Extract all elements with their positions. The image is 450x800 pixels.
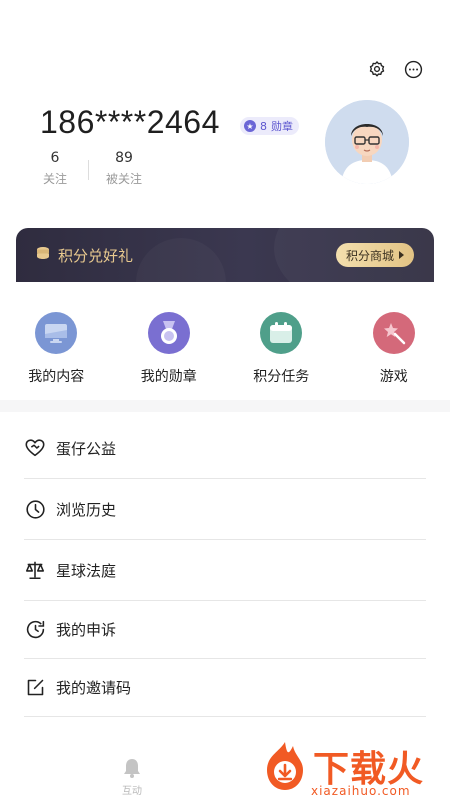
gear-icon[interactable]	[366, 58, 388, 80]
flame-logo-icon	[259, 740, 311, 792]
scales-icon	[24, 559, 46, 581]
arrow-right-icon	[399, 251, 404, 259]
menu-item-appeal[interactable]: 我的申诉	[24, 601, 426, 659]
menu-label: 蛋仔公益	[56, 439, 117, 458]
heart-hand-icon	[24, 437, 46, 459]
followers-stat[interactable]: 89 被关注	[106, 150, 142, 187]
medal-icon	[147, 312, 190, 354]
nav-tab-interaction[interactable]: 互动	[112, 757, 152, 797]
points-banner[interactable]: 积分兑好礼 积分商城	[16, 228, 434, 282]
menu-item-court[interactable]: 星球法庭	[24, 540, 426, 601]
menu-list: 蛋仔公益 浏览历史 星球法庭 我的申诉 我的邀请码	[24, 418, 426, 717]
magic-wand-icon	[372, 312, 415, 354]
nav-label: 互动	[122, 786, 142, 797]
star-icon: ★	[244, 120, 256, 132]
menu-label: 星球法庭	[56, 561, 117, 580]
followers-label: 被关注	[106, 172, 143, 186]
bell-icon	[124, 759, 140, 778]
monitor-icon	[35, 312, 78, 354]
stat-divider	[88, 160, 89, 180]
medal-badge[interactable]: ★ 8 勋章	[240, 117, 299, 135]
phone-number[interactable]: 186****2464	[40, 104, 220, 141]
followers-count: 89	[115, 150, 133, 166]
following-count: 6	[50, 150, 60, 166]
calendar-icon	[260, 312, 303, 354]
points-mall-label: 积分商城	[345, 248, 394, 263]
banner-decoration	[136, 238, 226, 282]
quick-label: 积分任务	[253, 369, 310, 385]
watermark-url: xiazaihuo.com	[311, 784, 411, 798]
menu-label: 我的邀请码	[56, 679, 132, 697]
profile-header: 186****2464 ★ 8 勋章 6 关注 89 被关注	[40, 100, 420, 200]
menu-item-charity[interactable]: 蛋仔公益	[24, 418, 426, 479]
following-stat[interactable]: 6 关注	[40, 150, 70, 187]
quick-games[interactable]: 游戏	[338, 312, 450, 386]
badge-count: 8	[260, 119, 267, 133]
watermark: 下载火 xiazaihuo.com	[259, 738, 444, 800]
section-divider	[0, 400, 450, 412]
quick-label: 游戏	[379, 369, 408, 385]
quick-actions: 我的内容 我的勋章 积分任务 游戏	[0, 312, 450, 386]
quick-label: 我的勋章	[140, 369, 197, 385]
clock-icon	[24, 498, 46, 520]
quick-label: 我的内容	[28, 369, 85, 385]
coin-stack-icon	[36, 246, 50, 262]
points-mall-button[interactable]: 积分商城	[335, 243, 414, 267]
menu-item-invite-code[interactable]: 我的邀请码	[24, 659, 426, 717]
edit-icon	[24, 677, 46, 699]
banner-title: 积分兑好礼	[58, 247, 134, 265]
menu-label: 我的申诉	[56, 621, 117, 639]
follow-stats: 6 关注 89 被关注	[40, 150, 142, 187]
top-actions	[366, 58, 424, 80]
more-dots-icon[interactable]	[402, 58, 424, 80]
following-label: 关注	[42, 172, 67, 186]
menu-label: 浏览历史	[56, 500, 117, 519]
menu-item-history[interactable]: 浏览历史	[24, 479, 426, 540]
avatar[interactable]	[325, 100, 409, 184]
badge-label: 勋章	[271, 120, 293, 133]
quick-my-content[interactable]: 我的内容	[0, 312, 113, 386]
quick-my-medals[interactable]: 我的勋章	[113, 312, 226, 386]
history-icon	[24, 619, 46, 641]
quick-points-tasks[interactable]: 积分任务	[225, 312, 338, 386]
